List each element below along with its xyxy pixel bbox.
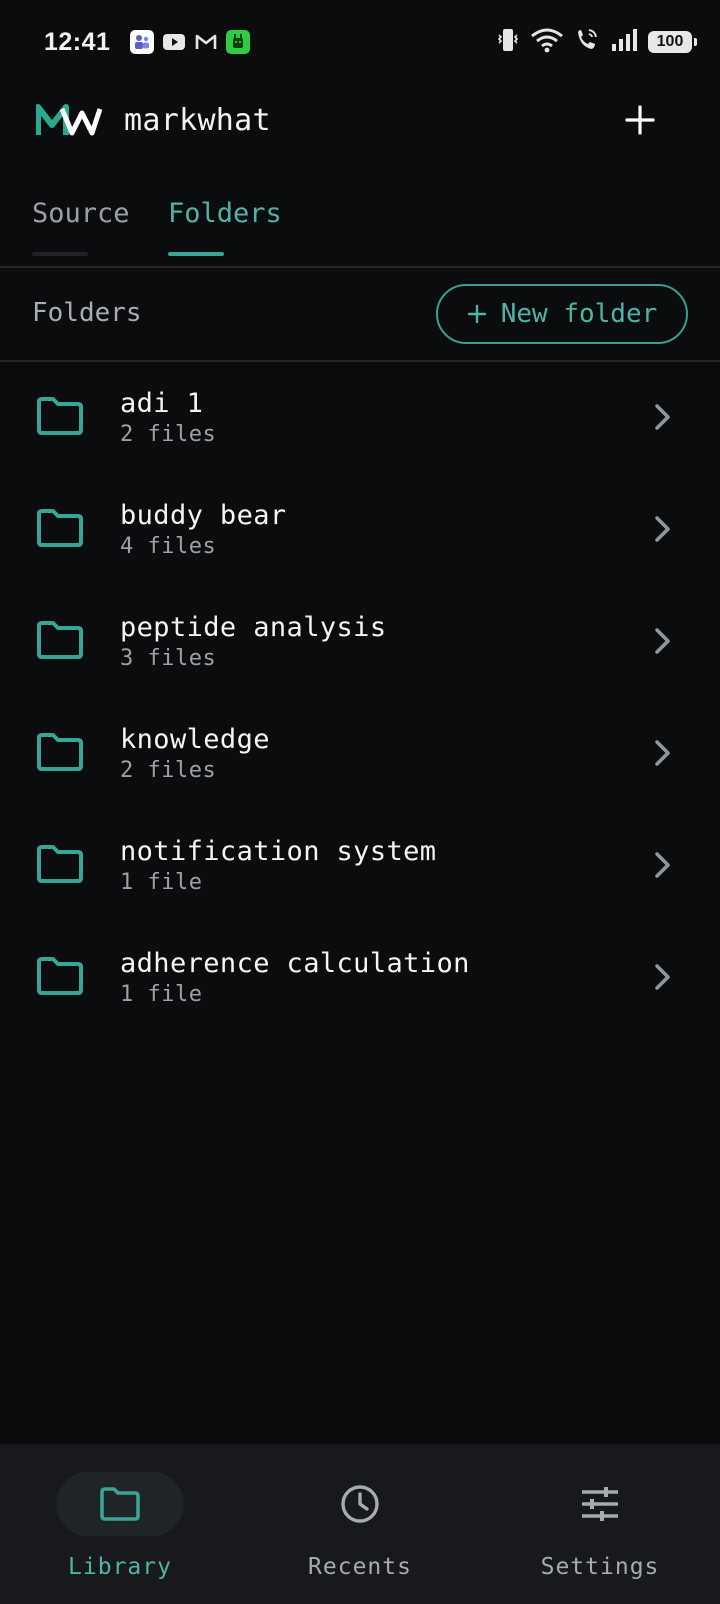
folder-file-count: 2 files — [120, 758, 217, 783]
folder-row[interactable]: notification system 1 file — [0, 810, 720, 922]
folder-file-count: 1 file — [120, 982, 203, 1007]
folder-icon — [37, 845, 83, 883]
nav-recents[interactable]: Recents — [240, 1444, 480, 1604]
chevron-right-icon — [655, 628, 670, 654]
tab-folders-label: Folders — [168, 198, 282, 229]
folder-row[interactable]: adi 1 2 files — [0, 362, 720, 474]
section-title: Folders — [32, 298, 142, 328]
folder-icon — [37, 509, 83, 547]
gmail-icon — [194, 30, 218, 54]
status-time: 12:41 — [44, 27, 111, 56]
signal-icon — [610, 27, 638, 57]
folder-file-count: 4 files — [120, 534, 217, 559]
folder-icon — [37, 621, 83, 659]
folder-row[interactable]: peptide analysis 3 files — [0, 586, 720, 698]
nav-recents-label: Recents — [308, 1554, 412, 1580]
folder-file-count: 1 file — [120, 870, 203, 895]
clock-icon — [341, 1485, 379, 1523]
wifi-icon — [530, 27, 564, 57]
battery-icon: 100 — [648, 31, 697, 53]
wifi-calling-icon — [574, 27, 600, 57]
chevron-right-icon — [655, 852, 670, 878]
folder-name: adherence calculation — [120, 948, 470, 979]
chevron-right-icon — [655, 964, 670, 990]
chevron-right-icon — [655, 740, 670, 766]
chevron-right-icon — [655, 516, 670, 542]
folder-row[interactable]: adherence calculation 1 file — [0, 922, 720, 1034]
bottom-nav: Library Recents Settings — [0, 1444, 720, 1604]
plus-icon — [625, 105, 655, 135]
app-title: markwhat — [124, 102, 271, 138]
sliders-icon — [582, 1487, 618, 1521]
youtube-icon — [162, 30, 186, 54]
folder-name: adi 1 — [120, 388, 204, 419]
tab-source-indicator — [32, 252, 88, 256]
plus-icon — [467, 304, 486, 324]
tab-folders-indicator — [168, 252, 224, 256]
folder-row[interactable]: buddy bear 4 files — [0, 474, 720, 586]
nav-library-indicator — [56, 1472, 184, 1536]
folder-name: buddy bear — [120, 500, 287, 531]
folder-icon — [37, 397, 83, 435]
nav-settings[interactable]: Settings — [480, 1444, 720, 1604]
folder-file-count: 3 files — [120, 646, 217, 671]
folder-file-count: 2 files — [120, 422, 217, 447]
nav-library-label: Library — [68, 1554, 172, 1580]
folder-name: knowledge — [120, 724, 270, 755]
folder-name: notification system — [120, 836, 437, 867]
app-header: markwhat — [0, 84, 720, 156]
folder-name: peptide analysis — [120, 612, 387, 643]
tab-bar: Source Folders — [0, 182, 720, 268]
nav-settings-label: Settings — [540, 1554, 660, 1580]
status-left: 12:41 — [44, 27, 251, 57]
add-button[interactable] — [620, 100, 660, 140]
markwhat-logo — [36, 104, 102, 136]
nav-recents-indicator — [296, 1472, 424, 1536]
folder-row[interactable]: knowledge 2 files — [0, 698, 720, 810]
nav-settings-indicator — [536, 1472, 664, 1536]
tab-source-label: Source — [32, 198, 130, 229]
folders-section-header: Folders New folder — [0, 268, 720, 362]
teams-icon — [130, 30, 155, 54]
status-right: 100 — [496, 27, 697, 57]
new-folder-button[interactable]: New folder — [436, 284, 688, 344]
status-bar: 12:41 100 — [0, 0, 720, 84]
new-folder-label: New folder — [500, 299, 658, 329]
folder-list: adi 1 2 files buddy bear 4 files peptide… — [0, 362, 720, 1034]
folder-icon — [37, 957, 83, 995]
chevron-right-icon — [655, 404, 670, 430]
vibrate-icon — [496, 27, 520, 57]
android-app-icon — [226, 30, 251, 54]
tab-folders[interactable]: Folders — [168, 198, 282, 256]
folder-icon — [100, 1487, 140, 1521]
tab-source[interactable]: Source — [32, 198, 130, 256]
nav-library[interactable]: Library — [0, 1444, 240, 1604]
folder-icon — [37, 733, 83, 771]
